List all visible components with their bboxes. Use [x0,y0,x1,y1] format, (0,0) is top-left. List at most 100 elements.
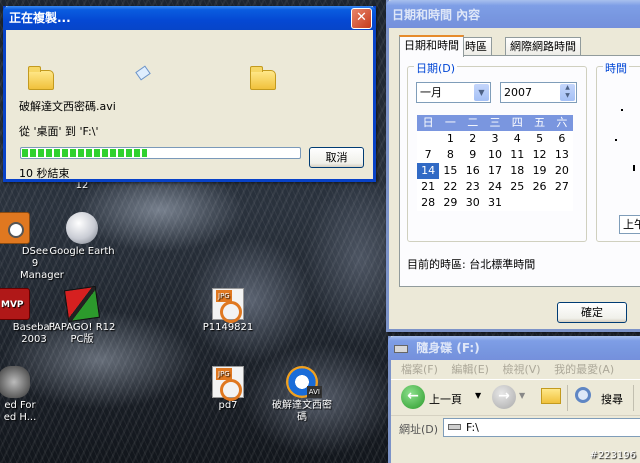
calendar-day[interactable]: 14 [417,163,440,179]
calendar-day[interactable]: 3 [484,131,506,147]
datetime-tab-panel: 日期(D) 一月 ▼ 2007 ▲ ▼ 日一二三四五六 1 2 3 4 5 6 7 8 9 10 11… [399,55,640,287]
calendar-day [551,195,573,211]
calendar-day [506,195,528,211]
drive-icon [394,344,408,353]
ok-button[interactable]: 確定 [557,302,627,323]
menu-favorites[interactable]: 我的最愛(A) [554,363,614,376]
desktop-icon-papago[interactable]: PAPAGO! R12 PC版 [42,285,122,346]
calendar-day [528,195,550,211]
calendar-day[interactable]: 1 [439,131,461,147]
desktop-icon-google-earth[interactable]: Google Earth [42,212,122,258]
menu-bar: 檔案(F) 編輯(E) 檢視(V) 我的最愛(A) [391,360,640,380]
calendar-weekday-header: 日一二三四五六 [417,115,573,131]
copy-filename: 破解達文西密碼.avi [19,100,116,113]
calendar-day[interactable]: 2 [462,131,484,147]
calendar-day[interactable]: 6 [551,131,573,147]
menu-edit[interactable]: 編輯(E) [451,363,489,376]
desktop-icon-label: 破解達文西密碼 [272,400,332,423]
copy-time-remaining: 10 秒結束 [19,167,70,180]
google-earth-icon [66,212,98,244]
spin-arrows-icon[interactable]: ▲ ▼ [560,84,575,101]
calendar-weekday: 一 [444,116,456,129]
calendar-day[interactable]: 25 [506,179,528,195]
calendar-day[interactable]: 18 [506,163,528,179]
calendar-day[interactable]: 21 [417,179,439,195]
copy-from-to: 從 '桌面' 到 'F:\' [19,125,99,138]
calendar-day[interactable]: 7 [417,147,439,163]
watermark: #223196 [589,450,636,461]
calendar-day[interactable]: 24 [484,179,506,195]
removable-titlebar[interactable]: 隨身碟 (F:) [388,336,640,360]
calendar-day[interactable]: 27 [551,179,573,195]
calendar-day[interactable]: 12 [528,147,550,163]
tab-internet-time[interactable]: 網際網路時間 [505,37,581,56]
address-input[interactable]: F:\ [443,418,640,437]
calendar-day[interactable]: 31 [484,195,506,211]
desktop-icon-pd7[interactable]: pd7 [188,366,268,412]
calendar-day[interactable]: 20 [551,163,573,179]
address-value: F:\ [466,421,479,434]
calendar-day[interactable]: 10 [484,147,506,163]
calendar-day[interactable]: 9 [462,147,484,163]
desktop-icon-label: ed For ed H... [3,400,37,423]
calendar-weekday: 日 [422,116,434,129]
folder-up-icon[interactable] [541,388,561,404]
calendar-day[interactable]: 23 [462,179,484,195]
copy-progress-bar [20,147,301,159]
search-button-label[interactable]: 搜尋 [601,391,623,407]
calendar-day[interactable]: 8 [439,147,461,163]
calendar-day[interactable]: 19 [528,163,550,179]
time-input[interactable]: 上午 [619,215,640,234]
calendar-weekday: 三 [489,116,501,129]
ok-button-label: 確定 [581,306,603,319]
year-spinner[interactable]: 2007 ▲ ▼ [500,82,577,103]
desktop-icon-avi[interactable]: 破解達文西密碼 [262,366,342,424]
desktop-icon-label: Google Earth [49,246,115,257]
papago-icon [63,285,101,323]
datetime-titlebar[interactable]: 日期和時間 內容 [386,0,640,28]
datetime-properties-window: 日期和時間 內容 日期和時間 時區 網際網路時間 日期(D) 一月 ▼ 2007… [386,0,640,332]
desktop-icon-nfs[interactable]: ed For ed H... [0,366,50,424]
calendar-day[interactable]: 15 [439,163,461,179]
forward-dropdown-icon[interactable]: ▼ [519,391,525,400]
back-button-label[interactable]: 上一頁 [429,391,462,407]
search-icon[interactable] [575,387,591,403]
analog-clock [607,107,640,187]
tab-timezone[interactable]: 時區 [460,37,492,56]
tab-label: 網際網路時間 [510,40,576,53]
calendar-day[interactable]: 29 [439,195,461,211]
calendar-day[interactable]: 4 [506,131,528,147]
calendar-day[interactable]: 28 [417,195,439,211]
calendar-day[interactable]: 13 [551,147,573,163]
month-select[interactable]: 一月 ▼ [416,82,491,103]
copy-progress-fill [22,149,147,157]
close-icon[interactable]: ✕ [351,8,372,29]
tab-date-time[interactable]: 日期和時間 [399,35,464,57]
desktop-icon-p1149821[interactable]: P1149821 [188,288,268,334]
chevron-down-icon[interactable]: ▼ [474,84,489,101]
menu-view[interactable]: 檢視(V) [502,363,540,376]
explorer-toolbar: ← 上一頁 ▼ → ▼ 搜尋 [391,380,640,416]
calendar-weekday: 二 [467,116,479,129]
cancel-button[interactable]: 取消 [309,147,364,168]
calendar-day [417,131,439,147]
back-arrow-icon[interactable]: ← [401,385,425,409]
calendar-day[interactable]: 26 [528,179,550,195]
calendar-day[interactable]: 17 [484,163,506,179]
calendar-weekday: 五 [534,116,546,129]
copy-dialog-title: 正在複製... [9,11,71,25]
back-dropdown-icon[interactable]: ▼ [475,391,481,400]
menu-file[interactable]: 檔案(F) [401,363,438,376]
calendar-day[interactable]: 11 [506,147,528,163]
calendar-day[interactable]: 30 [462,195,484,211]
copy-dialog-titlebar[interactable]: 正在複製... ✕ [3,6,376,30]
avi-file-icon [286,366,322,398]
calendar-days-grid: 1 2 3 4 5 6 7 8 9 10 11 12 13 14 15 16 17 18 19 20 21 22 23 24 2… [417,131,573,211]
acdsee-icon [0,212,30,244]
calendar-day[interactable]: 22 [439,179,461,195]
toolbar-separator [633,385,634,411]
month-calendar[interactable]: 日一二三四五六 1 2 3 4 5 6 7 8 9 10 11 12 13 14 15 16 17 18 19 20 2… [417,115,573,211]
forward-arrow-icon[interactable]: → [492,385,516,409]
calendar-day[interactable]: 5 [528,131,550,147]
calendar-day[interactable]: 16 [462,163,484,179]
